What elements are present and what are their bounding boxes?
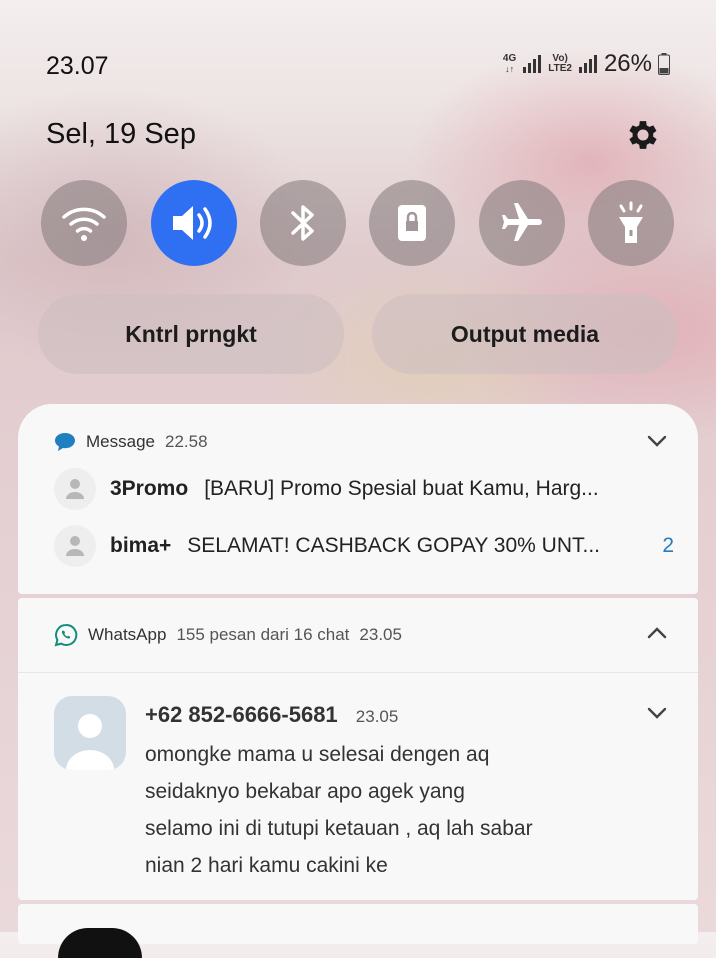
message-line: omongke mama u selesai dengen aq [145,743,490,766]
message-count-badge: 2 [662,534,674,557]
lock-rotation-icon [398,205,426,241]
divider [18,672,698,673]
message-time: 22.58 [164,432,208,451]
message-notification-card[interactable]: Message 22.58 3Promo [BARU] Promo Spesia… [18,404,698,594]
whatsapp-icon [54,623,78,647]
next-notification-card[interactable] [18,904,698,958]
message-app-name: Message [86,432,155,451]
chevron-down-icon[interactable] [646,702,668,724]
airplane-icon [502,203,542,241]
avatar [54,525,96,567]
clock: 23.07 [46,52,109,80]
rotation-lock-toggle[interactable] [369,180,455,266]
message-app-header: Message 22.58 [54,432,208,452]
message-preview: SELAMAT! CASHBACK GOPAY 30% UNT... [187,534,601,557]
avatar [58,928,142,958]
flashlight-toggle[interactable] [588,180,674,266]
battery-icon [658,53,670,75]
avatar [54,468,96,510]
sound-toggle[interactable] [151,180,237,266]
date-label: Sel, 19 Sep [46,118,196,150]
flashlight-icon [619,201,643,243]
message-line: nian 2 hari kamu cakini ke [145,854,388,877]
conversation-time: 23.05 [355,707,399,726]
person-icon [66,479,84,499]
chevron-down-icon[interactable] [646,430,668,452]
bluetooth-icon [291,205,314,241]
contact-number: +62 852-6666-5681 [145,702,338,727]
message-app-icon [55,433,75,451]
whatsapp-app-header: WhatsApp 155 pesan dari 16 chat 23.05 [54,623,402,647]
signal-icon [523,55,542,73]
network-type-icon: 4G ↓↑ [502,53,517,75]
media-output-button[interactable]: Output media [372,294,678,374]
whatsapp-summary: 155 pesan dari 16 chat [176,625,350,644]
conversation-header: +62 852-6666-5681 23.05 [145,702,398,728]
message-body: omongke mama u selesai dengen aq seidakn… [145,736,625,884]
device-control-button[interactable]: Kntrl prngkt [38,294,344,374]
whatsapp-time: 23.05 [359,625,402,644]
system-icons: 4G ↓↑ Vo) LTE2 26% [503,50,670,78]
contact-avatar [54,696,126,770]
list-item[interactable]: bima+ SELAMAT! CASHBACK GOPAY 30% UNT...… [54,525,674,567]
whatsapp-app-name: WhatsApp [88,625,167,644]
chevron-up-icon[interactable] [646,622,668,644]
airplane-toggle[interactable] [479,180,565,266]
volte-icon: Vo) LTE2 [548,53,572,74]
sender-name: 3Promo [110,477,189,500]
person-icon [66,714,114,770]
battery-percent: 26% [603,50,652,77]
message-line: seidaknyo bekabar apo agek yang [145,780,465,803]
sender-name: bima+ [110,534,172,557]
message-line: selamo ini di tutupi ketauan , aq lah sa… [145,817,533,840]
status-bar: 23.07 4G ↓↑ Vo) LTE2 26% [0,0,716,100]
person-icon [66,536,84,556]
sound-icon [173,206,212,240]
whatsapp-notification-card[interactable]: WhatsApp 155 pesan dari 16 chat 23.05 +6… [18,598,698,900]
bluetooth-toggle[interactable] [260,180,346,266]
wifi-icon [62,207,106,241]
list-item[interactable]: 3Promo [BARU] Promo Spesial buat Kamu, H… [54,468,674,510]
wifi-toggle[interactable] [41,180,127,266]
signal-icon-2 [578,55,597,73]
settings-gear-icon[interactable] [624,116,662,154]
message-preview: [BARU] Promo Spesial buat Kamu, Harg... [204,477,599,500]
